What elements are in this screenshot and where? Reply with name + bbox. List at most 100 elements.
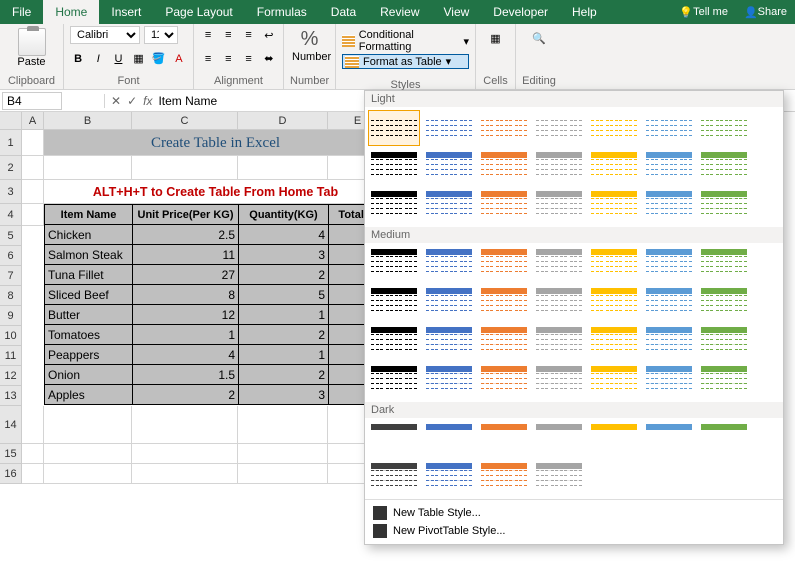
number-format-button[interactable]: % Number [290,26,329,65]
row-header-13[interactable]: 13 [0,386,22,406]
row-header-9[interactable]: 9 [0,306,22,326]
row-header-12[interactable]: 12 [0,366,22,386]
row-header-2[interactable]: 2 [0,156,22,180]
table-cell[interactable]: Peappers [45,345,133,365]
align-top-button[interactable]: ≡ [200,26,216,44]
align-right-button[interactable]: ≡ [241,50,257,68]
border-button[interactable]: ▦ [131,50,147,68]
table-style-thumb[interactable] [643,110,695,146]
table-cell[interactable]: 4 [133,345,239,365]
align-center-button[interactable]: ≡ [220,50,236,68]
table-cell[interactable]: 12 [133,305,239,325]
table-style-thumb[interactable] [588,149,640,185]
row-header-7[interactable]: 7 [0,266,22,286]
editing-button[interactable]: 🔍 [522,26,556,45]
table-cell[interactable]: Tuna Fillet [45,265,133,285]
col-header-b[interactable]: B [44,112,132,130]
table-style-thumb[interactable] [588,188,640,224]
fill-color-button[interactable]: 🪣 [151,50,167,68]
tab-page-layout[interactable]: Page Layout [153,0,244,24]
table-style-thumb[interactable] [368,460,420,496]
row-header-14[interactable]: 14 [0,406,22,444]
table-cell[interactable]: 1 [239,305,329,325]
table-style-thumb[interactable] [368,188,420,224]
row-header-1[interactable]: 1 [0,130,22,156]
table-style-thumb[interactable] [698,363,750,399]
row-header-16[interactable]: 16 [0,464,22,484]
table-style-thumb[interactable] [533,110,585,146]
table-style-thumb[interactable] [698,188,750,224]
table-cell[interactable]: Salmon Steak [45,245,133,265]
name-box[interactable] [2,92,62,110]
table-style-thumb[interactable] [478,246,530,282]
row-header-10[interactable]: 10 [0,326,22,346]
table-cell[interactable]: 4 [239,225,329,245]
table-cell[interactable]: 3 [239,245,329,265]
table-style-thumb[interactable] [588,363,640,399]
col-header-c[interactable]: C [132,112,238,130]
table-cell[interactable]: 1 [239,345,329,365]
table-style-thumb[interactable] [478,460,530,496]
table-style-thumb[interactable] [698,110,750,146]
font-size-select[interactable]: 11 [144,26,178,44]
table-header[interactable]: Item Name [45,205,133,225]
table-style-thumb[interactable] [368,246,420,282]
conditional-formatting-button[interactable]: Conditional Formatting ▾ [342,28,469,54]
table-cell[interactable]: 2 [133,385,239,405]
col-header-a[interactable]: A [22,112,44,130]
table-style-thumb[interactable] [643,324,695,360]
italic-button[interactable]: I [90,50,106,68]
tab-view[interactable]: View [432,0,482,24]
table-style-thumb[interactable] [478,110,530,146]
table-style-thumb[interactable] [423,285,475,321]
table-header[interactable]: Quantity(KG) [239,205,329,225]
table-style-thumb[interactable] [423,460,475,496]
tab-home[interactable]: Home [43,0,99,24]
table-cell[interactable]: 2 [239,365,329,385]
row-header-5[interactable]: 5 [0,226,22,246]
grid-area[interactable]: Create Table in ExcelALT+H+T to Create T… [22,130,389,484]
table-style-thumb[interactable] [698,149,750,185]
table-style-thumb[interactable] [423,110,475,146]
align-left-button[interactable]: ≡ [200,50,216,68]
table-cell[interactable]: 2 [239,265,329,285]
table-style-thumb[interactable] [643,149,695,185]
table-style-thumb[interactable] [368,285,420,321]
table-style-thumb[interactable] [478,149,530,185]
row-header-15[interactable]: 15 [0,444,22,464]
new-pivot-style[interactable]: New PivotTable Style... [373,522,775,540]
table-style-thumb[interactable] [478,285,530,321]
table-style-thumb[interactable] [588,421,640,457]
table-style-thumb[interactable] [423,324,475,360]
table-header[interactable]: Unit Price(Per KG) [133,205,239,225]
table-cell[interactable]: 2.5 [133,225,239,245]
row-header-3[interactable]: 3 [0,180,22,204]
table-cell[interactable]: Sliced Beef [45,285,133,305]
table-cell[interactable]: Onion [45,365,133,385]
tell-me[interactable]: 💡 Tell me [671,2,736,23]
table-style-thumb[interactable] [533,246,585,282]
format-as-table-button[interactable]: Format as Table ▾ [342,54,469,69]
table-style-thumb[interactable] [588,246,640,282]
table-style-thumb[interactable] [643,246,695,282]
table-style-thumb[interactable] [533,460,585,496]
table-style-thumb[interactable] [423,188,475,224]
table-style-thumb[interactable] [478,421,530,457]
table-style-thumb[interactable] [423,246,475,282]
table-style-thumb[interactable] [698,285,750,321]
select-all-corner[interactable] [0,112,22,130]
row-header-8[interactable]: 8 [0,286,22,306]
formula-input[interactable]: Item Name [158,94,217,108]
table-cell[interactable]: Butter [45,305,133,325]
row-header-4[interactable]: 4 [0,204,22,226]
font-color-button[interactable]: A [171,50,187,68]
table-style-thumb[interactable] [533,363,585,399]
table-style-thumb[interactable] [423,421,475,457]
table-style-thumb[interactable] [478,363,530,399]
cancel-icon[interactable]: ✕ [111,94,121,108]
table-style-thumb[interactable] [368,324,420,360]
table-style-thumb[interactable] [698,421,750,457]
underline-button[interactable]: U [110,50,126,68]
table-style-thumb[interactable] [533,188,585,224]
tab-formulas[interactable]: Formulas [245,0,319,24]
